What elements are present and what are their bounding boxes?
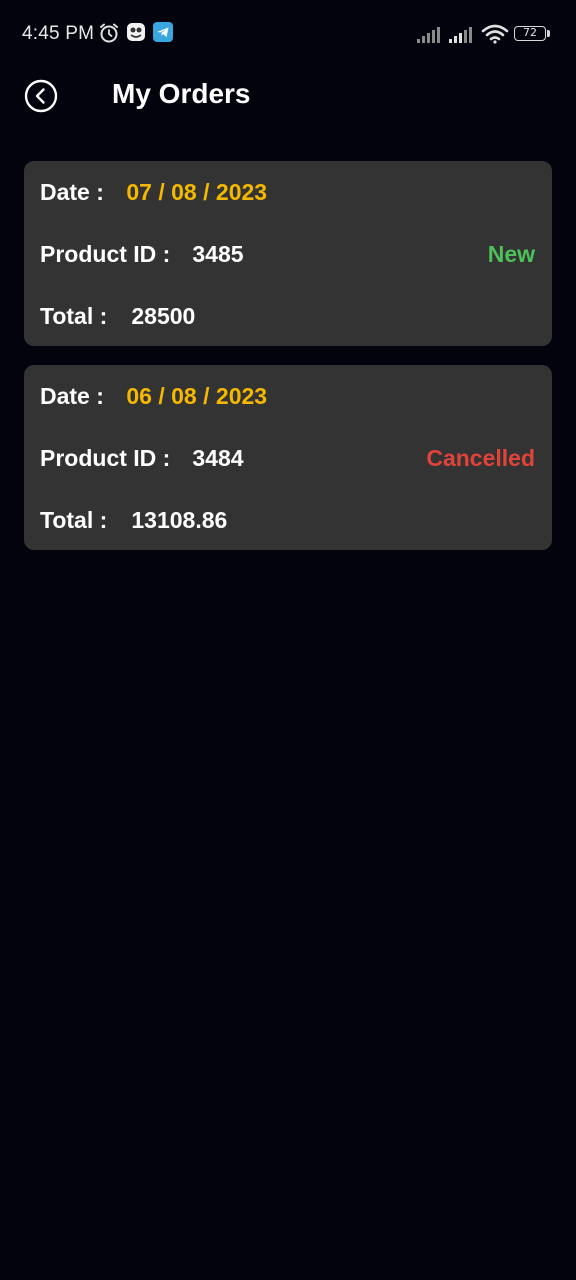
chevron-left-circle-icon bbox=[24, 79, 58, 113]
total-label: Total : bbox=[40, 507, 108, 533]
app-sticker-icon bbox=[127, 23, 145, 41]
order-total-row: Total : 28500 bbox=[40, 300, 535, 332]
order-card[interactable]: Date : 06 / 08 / 2023 Product ID : 3484 … bbox=[24, 365, 552, 550]
alarm-icon bbox=[100, 23, 118, 43]
total-label: Total : bbox=[40, 303, 108, 329]
order-product-row: Product ID : 3485 New bbox=[40, 238, 535, 270]
signal-icon bbox=[449, 27, 472, 43]
telegram-icon bbox=[153, 22, 173, 42]
order-date: 06 / 08 / 2023 bbox=[126, 383, 268, 409]
order-product-row: Product ID : 3484 Cancelled bbox=[40, 442, 535, 474]
date-label: Date : bbox=[40, 383, 104, 409]
battery-icon: 72 bbox=[514, 26, 546, 41]
order-card[interactable]: Date : 07 / 08 / 2023 Product ID : 3485 … bbox=[24, 161, 552, 346]
signal-weak-icon bbox=[417, 27, 440, 43]
order-total-row: Total : 13108.86 bbox=[40, 504, 535, 536]
battery-tip bbox=[547, 30, 550, 37]
status-time: 4:45 PM bbox=[22, 23, 95, 44]
back-button[interactable] bbox=[24, 79, 58, 113]
order-status: New bbox=[487, 241, 535, 267]
product-id-label: Product ID : bbox=[40, 241, 171, 267]
date-label: Date : bbox=[40, 179, 104, 205]
order-date-row: Date : 06 / 08 / 2023 bbox=[40, 380, 535, 412]
product-id-label: Product ID : bbox=[40, 445, 171, 471]
product-id: 3485 bbox=[192, 241, 244, 267]
order-date: 07 / 08 / 2023 bbox=[126, 179, 268, 205]
product-id: 3484 bbox=[192, 445, 244, 471]
order-total: 13108.86 bbox=[131, 507, 228, 533]
status-bar: 4:45 PM 72 bbox=[0, 0, 576, 68]
wifi-icon bbox=[481, 24, 509, 44]
page-title: My Orders bbox=[112, 78, 251, 109]
order-date-row: Date : 07 / 08 / 2023 bbox=[40, 176, 535, 208]
order-status: Cancelled bbox=[426, 445, 535, 471]
order-total: 28500 bbox=[131, 303, 196, 329]
